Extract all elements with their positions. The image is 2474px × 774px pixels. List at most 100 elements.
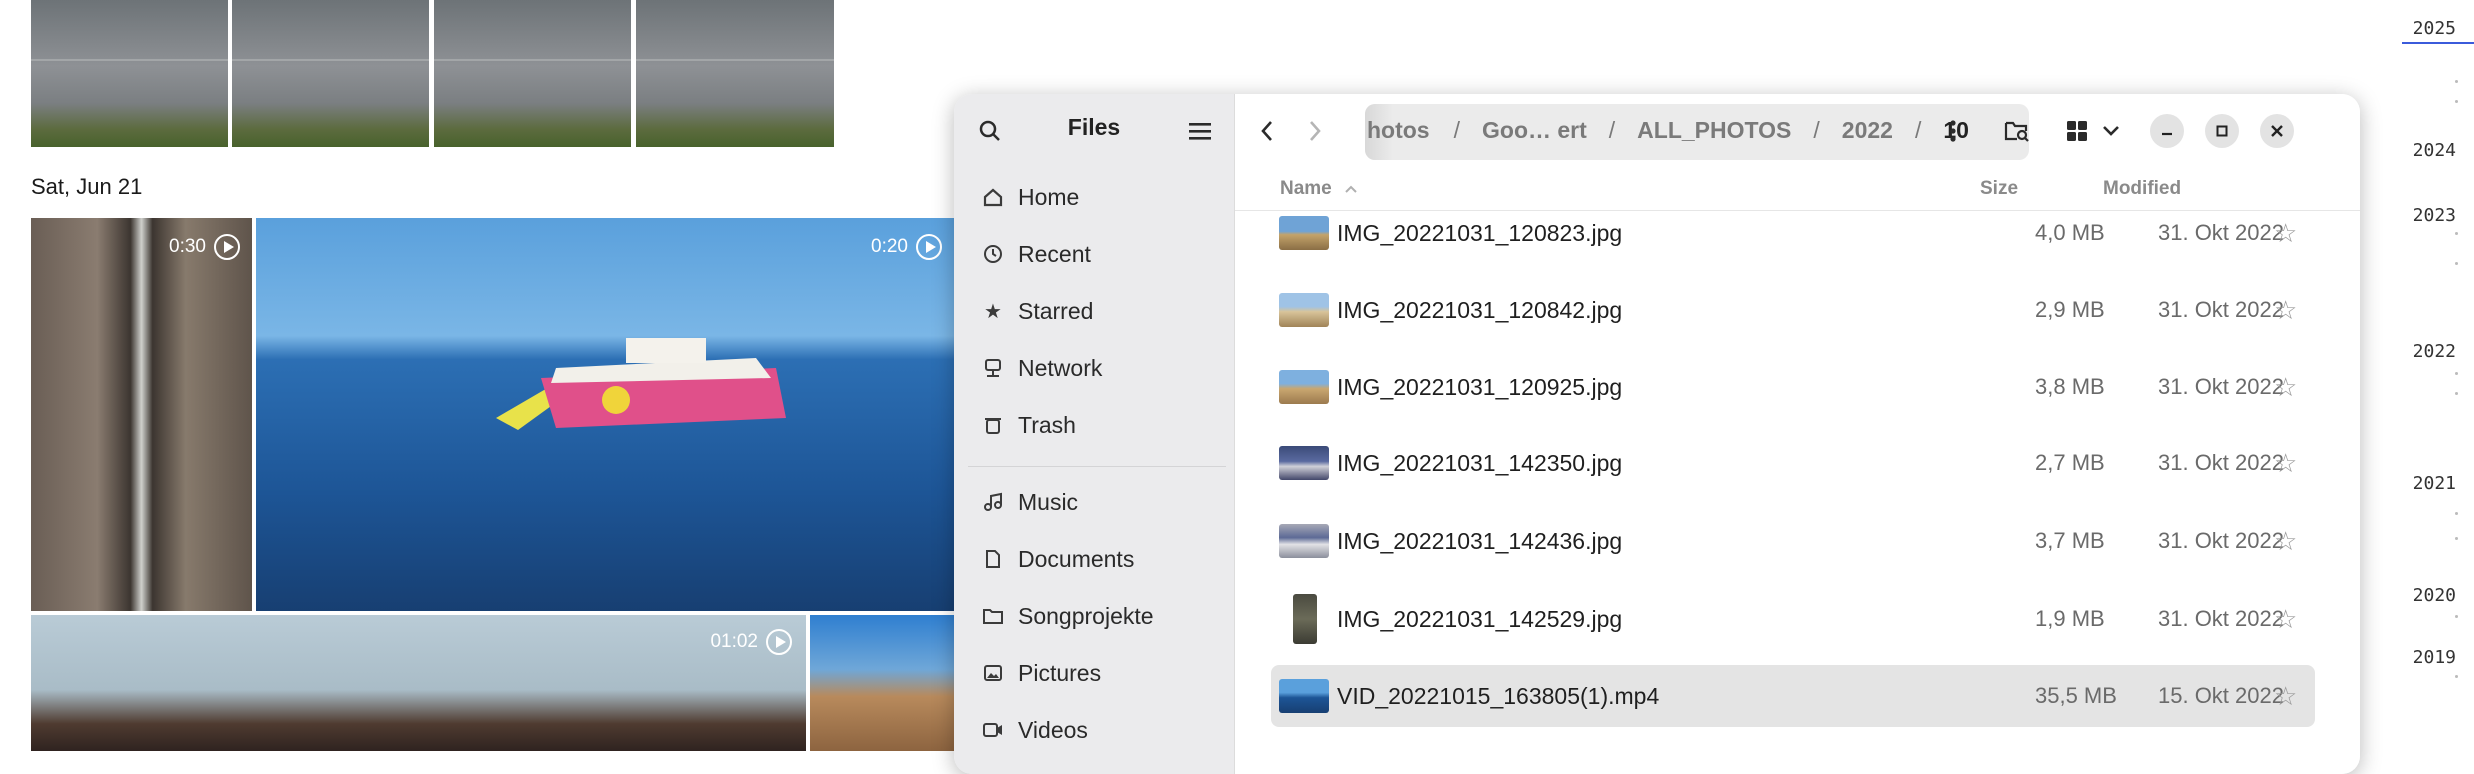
sidebar-item-starred[interactable]: ★ Starred [982,288,1093,334]
breadcrumb: hotos / Goo… ert / ALL_PHOTOS / 2022 / 1… [1365,104,2029,160]
folder-search-icon [2004,121,2029,142]
sidebar-item-recent[interactable]: Recent [982,231,1091,277]
breadcrumb-item[interactable]: ALL_PHOTOS [1637,117,1791,144]
timeline-year[interactable]: 2020 [2413,585,2456,606]
breadcrumb-separator: / [1813,117,1820,143]
file-name: IMG_20221031_142436.jpg [1337,527,1623,554]
file-thumbnail [1279,370,1329,404]
hamburger-menu-icon [1189,123,1211,140]
file-modified: 31. Okt 2022 [2158,374,2284,399]
sidebar-item-home[interactable]: Home [982,174,1079,220]
file-row[interactable]: IMG_20221031_120823.jpg 4,0 MB 31. Okt 2… [1271,202,2315,264]
breadcrumb-path: hotos / Goo… ert / ALL_PHOTOS / 2022 / 1… [1365,117,1969,144]
timeline-year[interactable]: 2025 [2413,18,2456,39]
file-row-selected[interactable]: VID_20221015_163805(1).mp4 35,5 MB 15. O… [1271,665,2315,727]
timeline-tick [2455,675,2458,678]
timeline-year[interactable]: 2022 [2413,341,2456,362]
column-header-modified[interactable]: Modified [2103,178,2181,200]
sidebar-item-label: Documents [1018,545,1135,572]
timeline-year[interactable]: 2021 [2413,473,2456,494]
timeline-tick [2455,80,2458,83]
file-name: VID_20221015_163805(1).mp4 [1337,682,1660,709]
sidebar-item-label: Trash [1018,411,1076,438]
sidebar-item-label: Pictures [1018,659,1102,686]
sidebar-divider [968,466,1226,467]
file-modified: 31. Okt 2022 [2158,297,2284,322]
duration-label: 0:20 [871,236,908,257]
sidebar-item-documents[interactable]: Documents [982,536,1134,582]
breadcrumb-item[interactable]: Goo… ert [1482,117,1587,144]
video-thumbnail[interactable]: 01:02 [31,615,806,751]
play-icon [766,629,792,655]
star-icon[interactable]: ☆ [2274,372,2297,403]
star-icon[interactable]: ☆ [2274,526,2297,557]
star-icon: ★ [984,300,1002,323]
back-button[interactable] [1245,110,1289,152]
column-header-name[interactable]: Name [1280,178,1358,200]
file-row[interactable]: IMG_20221031_142436.jpg 3,7 MB 31. Okt 2… [1271,510,2315,572]
sidebar-item-pictures[interactable]: Pictures [982,650,1101,696]
timeline-year[interactable]: 2019 [2413,647,2456,668]
file-modified: 15. Okt 2022 [2158,683,2284,708]
folder-icon [982,605,1004,627]
file-thumbnail [1293,594,1317,644]
sidebar-item-network[interactable]: Network [982,345,1102,391]
close-button[interactable] [2260,114,2294,148]
file-size: 2,9 MB [2035,297,2105,322]
timeline-tick [2455,262,2458,265]
file-row[interactable]: IMG_20221031_142529.jpg 1,9 MB 31. Okt 2… [1271,588,2315,650]
timeline-year[interactable]: 2023 [2413,205,2456,226]
search-folder-button[interactable] [1995,110,2039,152]
star-icon[interactable]: ☆ [2274,295,2297,326]
maximize-button[interactable] [2205,114,2239,148]
sidebar-item-music[interactable]: Music [982,479,1078,525]
grid-view-icon [2067,121,2087,141]
sidebar-item-trash[interactable]: Trash [982,402,1076,448]
star-icon[interactable]: ☆ [2274,681,2297,712]
file-thumbnail [1279,216,1329,250]
forward-button[interactable] [1293,110,1337,152]
network-icon [982,357,1004,379]
document-icon [982,548,1004,570]
boat-image [496,338,786,430]
file-name: IMG_20221031_120842.jpg [1337,296,1623,323]
timeline-year[interactable]: 2024 [2413,140,2456,161]
sidebar-item-label: Recent [1018,240,1091,267]
path-menu-button[interactable] [1931,110,1975,152]
photo-thumbnail[interactable] [810,615,956,751]
file-row[interactable]: IMG_20221031_120842.jpg 2,9 MB 31. Okt 2… [1271,279,2315,341]
sidebar-item-songprojekte[interactable]: Songprojekte [982,593,1154,639]
timeline-tick [2455,615,2458,618]
file-row[interactable]: IMG_20221031_120925.jpg 3,8 MB 31. Okt 2… [1271,356,2315,418]
column-header-size[interactable]: Size [1980,178,2018,200]
file-thumbnail [1279,524,1329,558]
file-size: 3,7 MB [2035,528,2105,553]
play-icon [916,234,942,260]
file-row[interactable]: IMG_20221031_142350.jpg 2,7 MB 31. Okt 2… [1271,432,2315,494]
star-icon[interactable]: ☆ [2274,604,2297,635]
file-name: IMG_20221031_142350.jpg [1337,449,1623,476]
breadcrumb-item[interactable]: 2022 [1842,117,1893,144]
photo-thumbnail[interactable] [636,0,834,147]
photo-thumbnail[interactable] [31,0,228,147]
star-icon[interactable]: ☆ [2274,448,2297,479]
files-window: Files Home Recent ★ Starred Network Tras… [954,94,2360,774]
photo-thumbnail[interactable] [434,0,631,147]
video-thumbnail[interactable]: 0:30 [31,218,252,611]
video-thumbnail[interactable]: 0:20 [256,218,956,611]
chevron-down-icon [2103,126,2119,136]
sidebar-item-videos[interactable]: Videos [982,707,1088,753]
minimize-button[interactable] [2150,114,2184,148]
timeline-tick [2455,537,2458,540]
view-options-button[interactable] [2093,110,2129,152]
breadcrumb-item[interactable]: hotos [1365,117,1432,144]
timeline-tick [2455,100,2458,103]
star-icon[interactable]: ☆ [2274,218,2297,249]
photo-thumbnail[interactable] [232,0,429,147]
chevron-left-icon [1261,121,1272,141]
main-menu-button[interactable] [1178,110,1222,152]
files-content: hotos / Goo… ert / ALL_PHOTOS / 2022 / 1… [1235,94,2360,774]
timeline-position-marker [2402,42,2474,44]
file-size: 1,9 MB [2035,606,2105,631]
sidebar-item-label: Network [1018,354,1103,381]
